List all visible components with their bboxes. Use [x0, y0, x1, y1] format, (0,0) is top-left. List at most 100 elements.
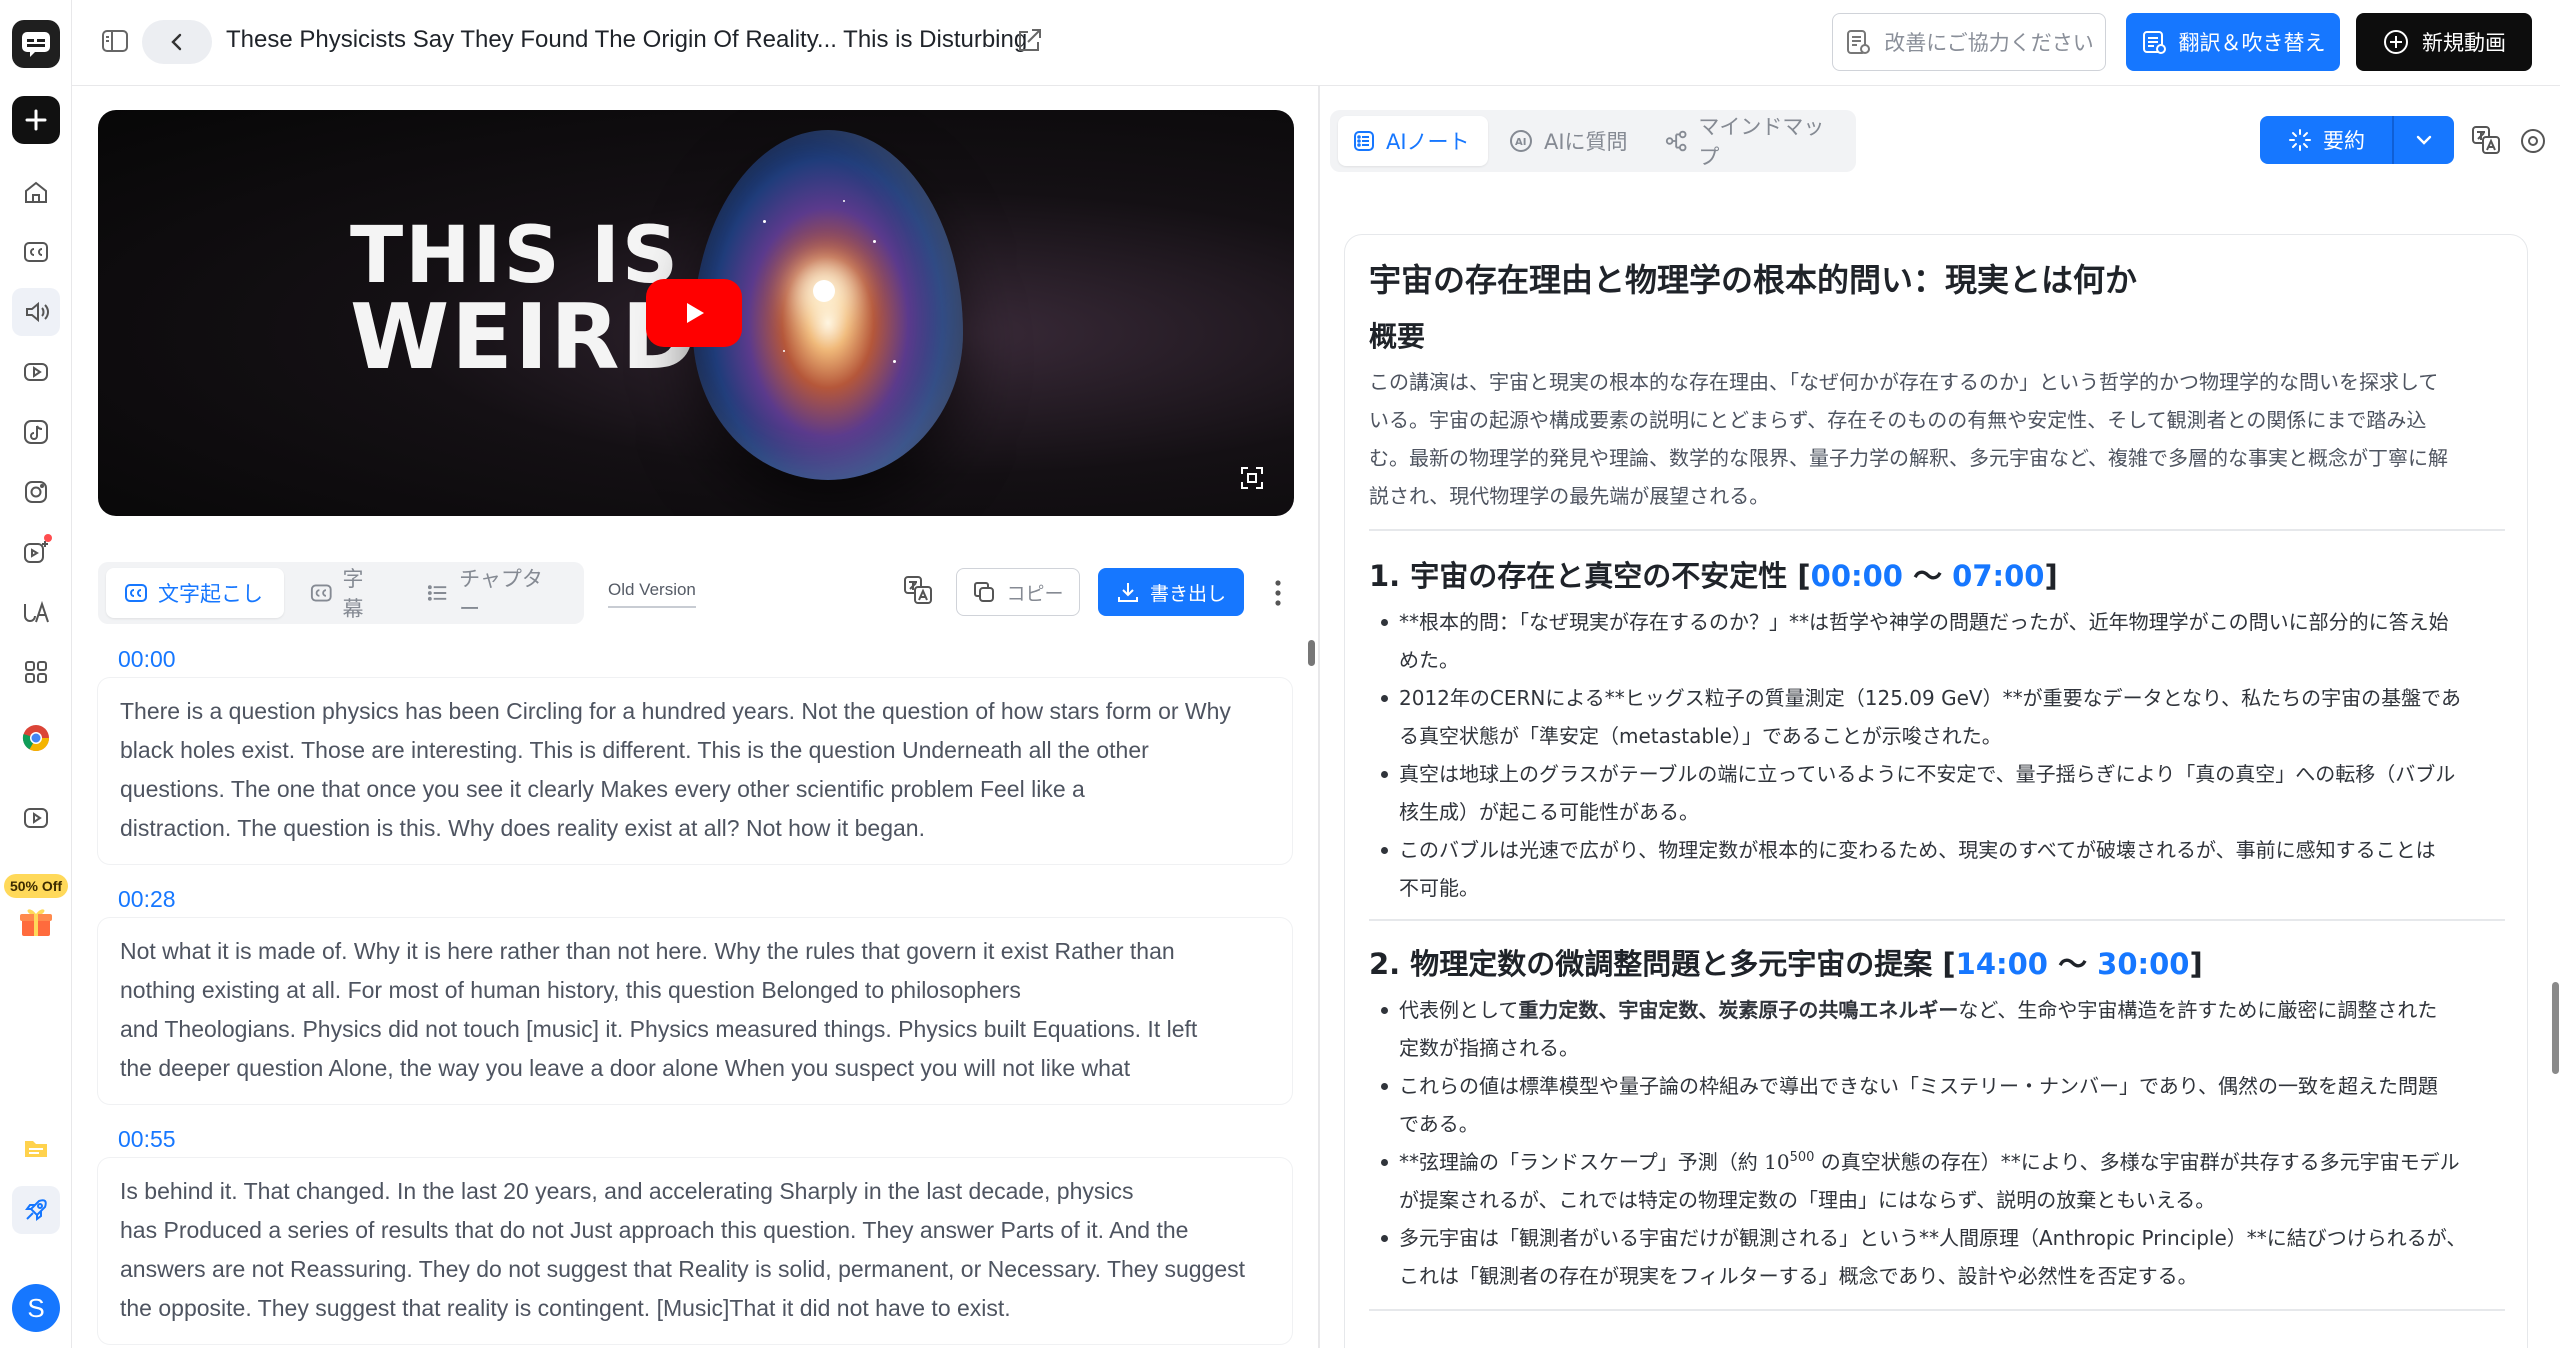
panel-divider[interactable]	[1318, 86, 1320, 1348]
list-icon	[1354, 131, 1374, 151]
avatar[interactable]: S	[12, 1284, 60, 1332]
feedback-button[interactable]: 改善にご協力ください	[1832, 13, 2106, 71]
home-icon[interactable]	[12, 168, 60, 216]
play-circle-icon[interactable]	[12, 348, 60, 396]
translate-dub-button[interactable]: 翻訳＆吹き替え	[2126, 13, 2340, 71]
copy-button[interactable]: コピー	[956, 568, 1080, 616]
notification-dot	[44, 534, 52, 542]
bullet-item: 代表例として重力定数、宇宙定数、炭素原子の共鳴エネルギーなど、生命や宇宙構造を許…	[1381, 991, 2505, 1067]
segment-line: the opposite. They suggest that reality …	[120, 1295, 1011, 1321]
top-header: These Physicists Say They Found The Orig…	[72, 0, 2560, 86]
cc-icon	[125, 584, 147, 602]
translate-icon[interactable]	[902, 574, 936, 608]
chevron-down-icon[interactable]	[2394, 116, 2454, 164]
transcript-segment[interactable]: There is a question physics has been Cir…	[98, 678, 1292, 864]
summary-label: 要約	[2323, 129, 2365, 153]
tab-ask-ai[interactable]: AI AIに質問	[1494, 116, 1644, 166]
tab-ai-note[interactable]: AIノート	[1338, 116, 1488, 166]
tab-transcript[interactable]: 文字起こし	[106, 568, 284, 618]
note-title: 宇宙の存在理由と物理学の根本的問い：現実とは何か	[1369, 261, 2138, 299]
old-version-link[interactable]: Old Version	[608, 580, 696, 608]
transcript-scrollbar[interactable]	[1308, 640, 1315, 666]
overview-line: 説され、現代物理学の最先端が展望される。	[1369, 484, 1770, 508]
segment-line: black holes exist. Those are interesting…	[120, 737, 1149, 763]
video-player[interactable]: THIS IS WEIRD	[98, 110, 1294, 516]
external-link-icon[interactable]	[1014, 26, 1046, 58]
translate-doc-icon	[2142, 31, 2166, 54]
transcript-segment[interactable]: Not what it is made of. Why it is here r…	[98, 918, 1292, 1104]
plus-icon[interactable]	[12, 96, 60, 144]
video-icon[interactable]	[12, 794, 60, 842]
sidebar-toggle-icon[interactable]	[100, 26, 134, 60]
export-button[interactable]: 書き出し	[1098, 568, 1244, 616]
ai-tabs: AIノート AI AIに質問 マインドマップ	[1330, 110, 1856, 172]
list-icon	[427, 585, 447, 601]
tab-chapters-label: チャプター	[459, 567, 543, 621]
tab-transcript-label: 文字起こし	[158, 582, 263, 606]
timestamp-link[interactable]: 30:00	[2097, 947, 2189, 981]
summary-split-button: 要約	[2260, 116, 2454, 164]
section-2-bullets: 代表例として重力定数、宇宙定数、炭素原子の共鳴エネルギーなど、生命や宇宙構造を許…	[1369, 991, 2505, 1295]
timestamp-link[interactable]: 07:00	[1952, 559, 2044, 593]
svg-text:AI: AI	[1515, 137, 1526, 148]
segment-line: questions. The one that once you see it …	[120, 776, 1085, 802]
overview-paragraph: この講演は、宇宙と現実の根本的な存在理由、「なぜ何かが存在するのか」という哲学的…	[1369, 363, 2505, 515]
tiktok-icon[interactable]	[12, 408, 60, 456]
segment-timestamp[interactable]: 00:28	[118, 886, 176, 913]
promo-badge[interactable]: 50% Off	[4, 874, 68, 898]
segment-timestamp[interactable]: 00:55	[118, 1126, 176, 1153]
bullet-item: このバブルは光速で広がり、物理定数が根本的に変わるため、現実のすべてが破壊される…	[1381, 831, 2505, 907]
feedback-label: 改善にご協力ください	[1884, 31, 2094, 55]
spinner-icon	[2289, 129, 2311, 151]
cc-icon	[310, 584, 332, 602]
folder-icon[interactable]	[12, 1124, 60, 1172]
segment-timestamp[interactable]: 00:00	[118, 646, 176, 673]
segment-line: and Theologians. Physics did not touch […	[120, 1016, 1198, 1042]
summary-button[interactable]: 要約	[2260, 116, 2392, 164]
timestamp-link[interactable]: 14:00	[1956, 947, 2048, 981]
segment-line: distraction. The question is this. Why d…	[120, 815, 925, 841]
segment-line: the deeper question Alone, the way you l…	[120, 1055, 1131, 1081]
export-label: 書き出し	[1149, 582, 1226, 605]
new-video-button[interactable]: 新規動画	[2356, 13, 2532, 71]
youtube-play-icon[interactable]	[646, 279, 742, 347]
gear-icon[interactable]	[2518, 126, 2548, 156]
tab-subtitles[interactable]: 字幕	[292, 567, 400, 621]
apps-icon[interactable]	[12, 648, 60, 696]
overview-heading: 概要	[1369, 320, 1426, 353]
overview-line: む。最新の物理学的発見や理論、数学的な限界、量子力学の解釈、多元宇宙など、複雑で…	[1369, 446, 2448, 470]
video-title: These Physicists Say They Found The Orig…	[226, 26, 1028, 53]
overview-line: いる。宇宙の起源や構成要素の説明にとどまらず、存在そのものの有無や安定性、そして…	[1369, 408, 2427, 432]
fullscreen-icon[interactable]	[1238, 464, 1268, 494]
font-icon[interactable]	[12, 588, 60, 636]
gift-icon[interactable]	[18, 906, 54, 938]
instagram-icon[interactable]	[12, 468, 60, 516]
tab-mindmap[interactable]: マインドマップ	[1650, 115, 1850, 169]
back-button[interactable]	[142, 20, 212, 64]
section-1-bullets: **根本的問：「なぜ現実が存在するのか？」**は哲学や神学の問題だったが、近年物…	[1369, 603, 2505, 907]
ai-video-icon[interactable]	[12, 528, 60, 576]
mindmap-icon	[1665, 130, 1687, 152]
section-divider	[1369, 1309, 2505, 1311]
transcript-segment[interactable]: Is behind it. That changed. In the last …	[98, 1158, 1292, 1344]
tab-ask-ai-label: AIに質問	[1544, 130, 1628, 154]
tab-chapters[interactable]: チャプター	[408, 567, 578, 621]
section-heading-2: 2. 物理定数の微調整問題と多元宇宙の提案 [14:00 〜 30:00]	[1369, 947, 2203, 981]
feedback-icon	[1847, 30, 1871, 54]
chrome-icon[interactable]	[12, 714, 60, 762]
note-scrollbar[interactable]	[2552, 982, 2559, 1074]
plus-circle-icon	[2384, 30, 2408, 54]
more-icon[interactable]	[1270, 576, 1286, 610]
segment-line: answers are not Reassuring. They do not …	[120, 1256, 1246, 1282]
speaker-icon[interactable]	[12, 288, 60, 336]
bullet-item: 真空は地球上のグラスがテーブルの端に立っているように不安定で、量子揺らぎにより「…	[1381, 755, 2505, 831]
tab-subtitles-label: 字幕	[342, 567, 364, 621]
translate-icon[interactable]	[2470, 124, 2504, 158]
cc-icon[interactable]	[12, 228, 60, 276]
copy-icon	[974, 582, 995, 602]
transcript-tabs: 文字起こし 字幕 チャプター	[98, 562, 584, 624]
rocket-icon[interactable]	[12, 1186, 60, 1234]
timestamp-link[interactable]: 00:00	[1811, 559, 1903, 593]
tab-mindmap-label: マインドマップ	[1698, 115, 1825, 169]
app-logo-icon[interactable]	[12, 20, 60, 68]
